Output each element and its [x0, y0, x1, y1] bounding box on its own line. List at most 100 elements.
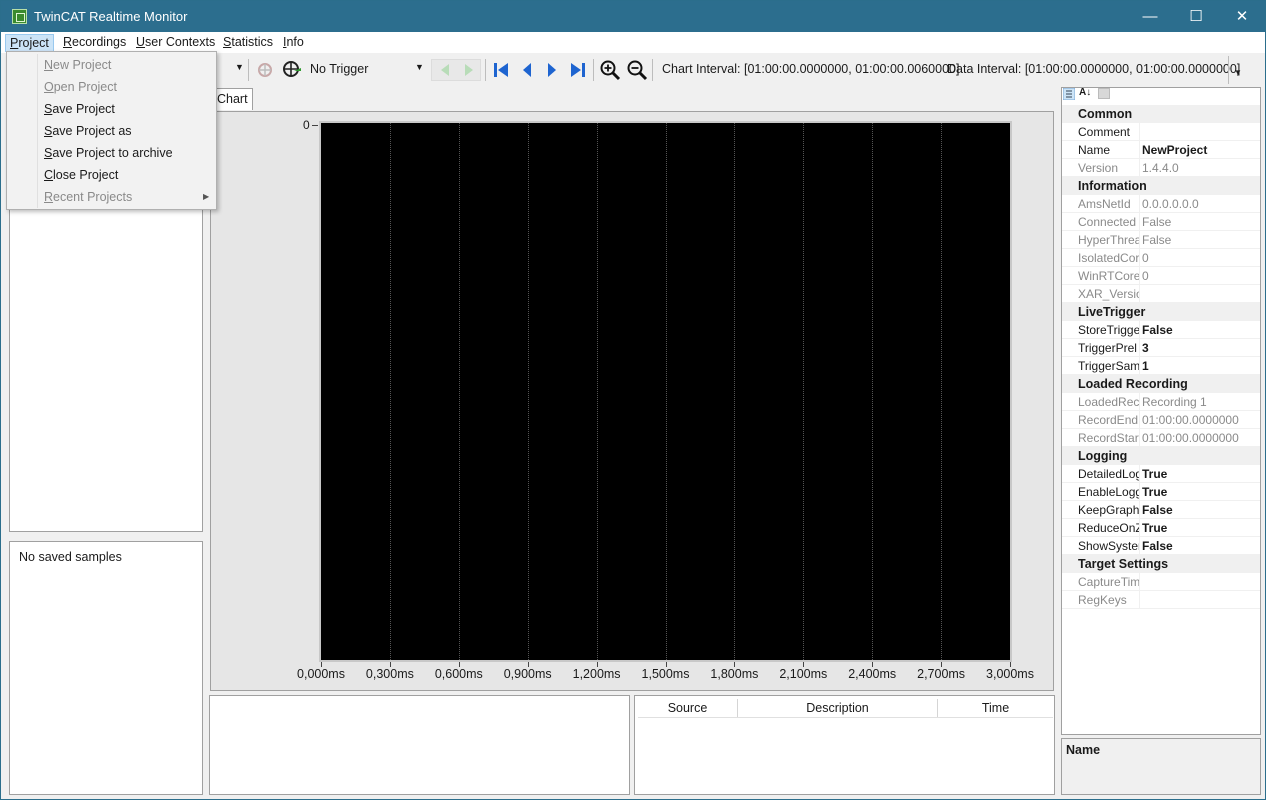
property-value[interactable]: 1.4.4.0 [1142, 161, 1179, 175]
title-bar[interactable]: TwinCAT Realtime Monitor — ☐ ✕ [1, 1, 1265, 32]
property-key: DetailedLog [1078, 467, 1140, 481]
x-tick-label: 2,100ms [779, 667, 828, 681]
column-header-source[interactable]: Source [638, 699, 738, 718]
property-row[interactable]: TriggerSam 1 [1062, 357, 1260, 375]
menu-statistics[interactable]: Statistics [219, 34, 277, 52]
menu-info[interactable]: Info [279, 34, 308, 52]
property-value[interactable]: 0 [1142, 251, 1149, 265]
step-forward-icon[interactable] [544, 61, 560, 79]
property-row[interactable]: TriggerPrel 3 [1062, 339, 1260, 357]
property-row[interactable]: StoreTrigge False [1062, 321, 1260, 339]
property-separator [1139, 537, 1140, 555]
property-category[interactable]: Loaded Recording [1062, 375, 1260, 393]
property-value[interactable]: False [1142, 503, 1173, 517]
property-row[interactable]: AmsNetId 0.0.0.0.0.0 [1062, 195, 1260, 213]
property-value[interactable]: False [1142, 323, 1173, 337]
property-value[interactable]: NewProject [1142, 143, 1207, 157]
menu-user-contexts[interactable]: User Contexts [132, 34, 219, 52]
plot-area[interactable] [319, 121, 1012, 662]
trigger-icon[interactable] [281, 58, 303, 80]
trigger-dropdown-icon[interactable]: ▼ [415, 62, 424, 72]
menu-recordings[interactable]: Recordings [59, 34, 130, 52]
property-row[interactable]: Comment [1062, 123, 1260, 141]
property-category[interactable]: Information [1062, 177, 1260, 195]
property-row[interactable]: KeepGraph False [1062, 501, 1260, 519]
menu-item-recent-projects[interactable]: Recent Projects [44, 190, 132, 204]
property-category[interactable]: Target Settings [1062, 555, 1260, 573]
app-icon [12, 9, 27, 24]
menu-item-save-project-to-archive[interactable]: Save Project to archive [44, 146, 173, 160]
property-category[interactable]: Common [1062, 105, 1260, 123]
property-value[interactable]: 3 [1142, 341, 1149, 355]
menu-item-save-project[interactable]: Save Project [44, 102, 115, 116]
step-back-icon[interactable] [519, 61, 535, 79]
property-separator [1139, 267, 1140, 285]
x-tick-label: 0,000ms [297, 667, 345, 681]
property-row[interactable]: ReduceOnZ True [1062, 519, 1260, 537]
property-row[interactable]: RegKeys [1062, 591, 1260, 609]
property-row[interactable]: LoadedRec Recording 1 [1062, 393, 1260, 411]
grid-line [734, 123, 736, 660]
window-title: TwinCAT Realtime Monitor [34, 9, 188, 24]
property-value[interactable]: False [1142, 233, 1171, 247]
property-row[interactable]: ShowSyster False [1062, 537, 1260, 555]
property-row[interactable]: Connected False [1062, 213, 1260, 231]
output-panel[interactable] [209, 695, 630, 795]
property-value[interactable]: False [1142, 215, 1171, 229]
property-category[interactable]: Logging [1062, 447, 1260, 465]
property-key: KeepGraph [1078, 503, 1140, 517]
property-row[interactable]: CaptureTim [1062, 573, 1260, 591]
property-row[interactable]: DetailedLog True [1062, 465, 1260, 483]
property-key: Name [1078, 143, 1111, 157]
property-value[interactable]: 0 [1142, 269, 1149, 283]
property-key: XAR_Versio [1078, 287, 1140, 301]
categorized-view-icon[interactable] [1063, 88, 1075, 100]
property-separator [1139, 591, 1140, 609]
property-key: RecordStart [1078, 431, 1140, 445]
trigger-select[interactable]: No Trigger [310, 62, 368, 76]
property-value[interactable]: 0.0.0.0.0.0 [1142, 197, 1199, 211]
go-to-start-icon[interactable] [492, 61, 510, 79]
chevron-down-icon[interactable]: ▼ [235, 62, 244, 72]
property-row[interactable]: Name NewProject [1062, 141, 1260, 159]
menu-item-new-project[interactable]: New Project [44, 58, 111, 72]
property-separator [1139, 429, 1140, 447]
property-row[interactable]: RecordStart 01:00:00.0000000 [1062, 429, 1260, 447]
menu-item-open-project[interactable]: Open Project [44, 80, 117, 94]
menu-project[interactable]: Project [5, 34, 54, 52]
column-header-description[interactable]: Description [738, 699, 938, 718]
menu-item-close-project[interactable]: Close Project [44, 168, 118, 182]
property-row[interactable]: HyperThrea False [1062, 231, 1260, 249]
property-value[interactable]: 1 [1142, 359, 1149, 373]
property-category[interactable]: LiveTrigger [1062, 303, 1260, 321]
property-row[interactable]: RecordEnd 01:00:00.0000000 [1062, 411, 1260, 429]
go-to-end-icon[interactable] [569, 61, 587, 79]
samples-panel[interactable]: No saved samples [9, 541, 203, 795]
property-value[interactable]: True [1142, 485, 1167, 499]
alphabetical-sort-icon[interactable]: A↓ [1079, 87, 1091, 98]
zoom-out-icon[interactable] [626, 59, 648, 81]
x-tick-label: 0,300ms [365, 667, 414, 681]
zoom-in-icon[interactable] [599, 59, 621, 81]
property-row[interactable]: IsolatedCor 0 [1062, 249, 1260, 267]
property-row[interactable]: WinRTCores 0 [1062, 267, 1260, 285]
property-value[interactable]: False [1142, 539, 1173, 553]
toolbar-overflow-icon[interactable]: ▼ [1234, 68, 1242, 77]
column-header-time[interactable]: Time [938, 699, 1053, 718]
maximize-button[interactable]: ☐ [1173, 1, 1219, 32]
minimize-button[interactable]: — [1127, 1, 1173, 32]
close-button[interactable]: ✕ [1219, 1, 1265, 32]
menu-item-save-project-as[interactable]: Save Project as [44, 124, 132, 138]
property-value[interactable]: True [1142, 467, 1167, 481]
property-row[interactable]: XAR_Versio [1062, 285, 1260, 303]
property-value[interactable]: 01:00:00.0000000 [1142, 431, 1239, 445]
property-value[interactable]: True [1142, 521, 1167, 535]
tab-chart[interactable]: Chart [212, 88, 253, 110]
property-value[interactable]: 01:00:00.0000000 [1142, 413, 1239, 427]
grid-line [872, 123, 874, 660]
property-row[interactable]: EnableLogg True [1062, 483, 1260, 501]
property-key: RegKeys [1078, 593, 1127, 607]
property-key: IsolatedCor [1078, 251, 1140, 265]
property-value[interactable]: Recording 1 [1142, 395, 1207, 409]
property-row[interactable]: Version 1.4.4.0 [1062, 159, 1260, 177]
